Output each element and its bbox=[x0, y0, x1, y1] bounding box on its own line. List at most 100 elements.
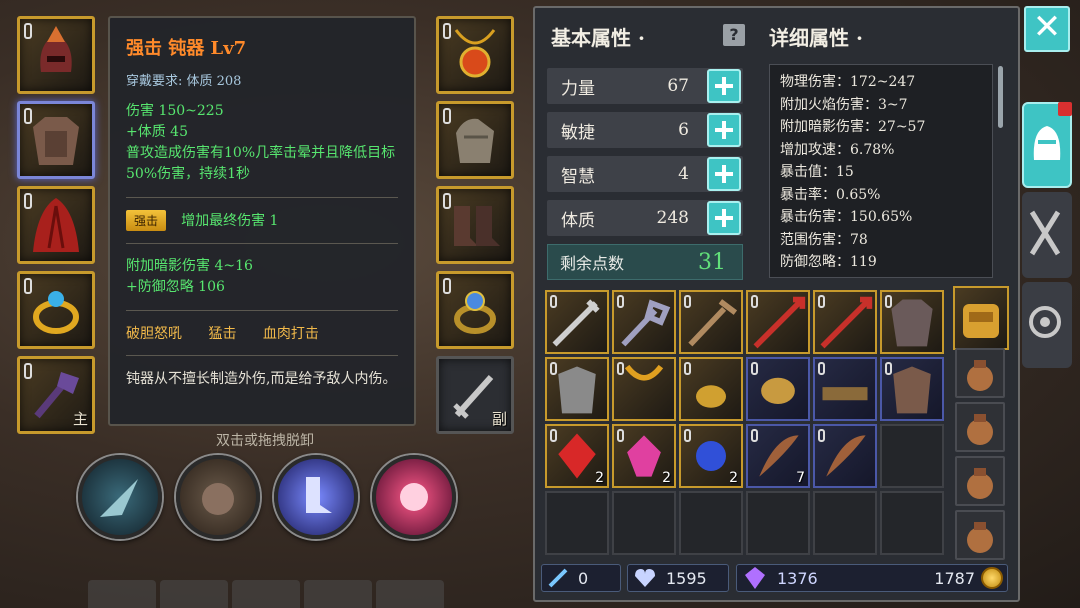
gold-ring-icon bbox=[33, 291, 79, 334]
detail-line: 物理伤害：172~247 bbox=[780, 74, 916, 90]
lock-icon bbox=[24, 363, 32, 379]
inventory-slot-empty[interactable] bbox=[813, 491, 877, 555]
sub-weapon-tag: 副 bbox=[491, 410, 507, 428]
add-agility-button[interactable] bbox=[707, 113, 741, 147]
pouch-slot[interactable] bbox=[955, 348, 1005, 398]
inventory-slot-empty[interactable] bbox=[612, 491, 676, 555]
basic-attributes-title: 基本属性 · bbox=[551, 26, 645, 50]
inventory-slot-empty[interactable] bbox=[880, 424, 944, 488]
crosshair-icon bbox=[1029, 306, 1061, 338]
inventory-slot[interactable] bbox=[880, 290, 944, 354]
detail-attributes-list[interactable]: 物理伤害：172~247 附加火焰伤害：3~7 附加暗影伤害：27~57 增加攻… bbox=[769, 64, 993, 278]
bottom-tab[interactable] bbox=[304, 580, 372, 608]
inventory-slot[interactable] bbox=[880, 357, 944, 421]
inventory-slot[interactable] bbox=[545, 357, 609, 421]
lock-icon bbox=[617, 362, 624, 375]
equip-slot-ring[interactable] bbox=[17, 271, 95, 349]
inventory-slot[interactable]: 7 bbox=[746, 424, 810, 488]
bottom-tab[interactable] bbox=[376, 580, 444, 608]
pouch-slot[interactable] bbox=[955, 456, 1005, 506]
stat-value: 248 bbox=[656, 208, 689, 228]
inventory-slot[interactable] bbox=[813, 357, 877, 421]
inventory-slot[interactable] bbox=[746, 290, 810, 354]
inventory-slot[interactable]: 2 bbox=[679, 424, 743, 488]
lock-icon bbox=[751, 429, 758, 442]
inventory-slot[interactable]: 2 bbox=[545, 424, 609, 488]
lock-icon bbox=[818, 295, 825, 308]
equip-slot-main-weapon[interactable]: 主 bbox=[17, 356, 95, 434]
lock-icon bbox=[443, 108, 451, 124]
inventory-slot-empty[interactable] bbox=[679, 491, 743, 555]
detail-line: 暴击值：15 bbox=[780, 164, 854, 180]
backpack-slot[interactable] bbox=[953, 286, 1009, 350]
equip-slot-helmet[interactable] bbox=[17, 16, 95, 94]
stat-label: 智慧 bbox=[561, 166, 595, 187]
equip-slot-sub-weapon[interactable]: 副 bbox=[436, 356, 514, 434]
bottom-tab[interactable] bbox=[160, 580, 228, 608]
pouch-slot[interactable] bbox=[955, 402, 1005, 452]
inventory-slot-empty[interactable] bbox=[880, 491, 944, 555]
jeweled-ring-icon bbox=[454, 291, 496, 334]
equip-slot-cloak[interactable] bbox=[17, 186, 95, 264]
lock-icon bbox=[550, 362, 557, 375]
lock-icon bbox=[24, 278, 32, 294]
lock-icon bbox=[443, 23, 451, 39]
backpack-icon bbox=[963, 304, 999, 338]
skill-arcane-boots[interactable] bbox=[274, 455, 358, 539]
tab-equipment[interactable] bbox=[1022, 102, 1072, 188]
lock-icon bbox=[818, 429, 825, 442]
tab-target[interactable] bbox=[1022, 282, 1072, 368]
inventory-slot[interactable] bbox=[612, 290, 676, 354]
item-count: 2 bbox=[729, 470, 738, 486]
skill-name: 破胆怒吼 bbox=[126, 326, 182, 342]
stat-value: 67 bbox=[667, 76, 689, 96]
bottom-tab[interactable] bbox=[232, 580, 300, 608]
unequip-hint: 双击或拖拽脱卸 bbox=[216, 433, 314, 449]
tab-skills[interactable] bbox=[1022, 192, 1072, 278]
stat-label: 体质 bbox=[561, 210, 595, 231]
keys-value: 0 bbox=[578, 568, 589, 588]
inventory-slot[interactable] bbox=[545, 290, 609, 354]
equip-slot-ring-2[interactable] bbox=[436, 271, 514, 349]
inventory-slot-empty[interactable] bbox=[746, 491, 810, 555]
detail-line: 暴击率：0.65% bbox=[780, 186, 881, 203]
equip-slot-armor[interactable] bbox=[17, 101, 95, 179]
main-weapon-tag: 主 bbox=[72, 410, 88, 428]
chest-armor-icon bbox=[33, 117, 79, 165]
pouch-icon bbox=[967, 468, 993, 499]
skill-blood-burst[interactable] bbox=[372, 455, 456, 539]
fist-icon bbox=[202, 483, 234, 515]
close-button[interactable]: ✕ bbox=[1024, 6, 1070, 52]
item-stat: +体质 45 bbox=[126, 124, 188, 140]
item-tooltip: 强击 钝器 Lv7 穿戴要求: 体质 208 伤害 150~225 +体质 45… bbox=[108, 16, 416, 426]
pouch-icon bbox=[967, 360, 993, 391]
pouch-slot[interactable] bbox=[955, 510, 1005, 560]
gems-value: 1595 bbox=[666, 568, 707, 588]
lock-icon bbox=[24, 23, 32, 39]
equip-slot-boots[interactable] bbox=[436, 186, 514, 264]
inventory-slot[interactable] bbox=[679, 290, 743, 354]
currency-gems: 1595 bbox=[627, 564, 729, 592]
lock-icon bbox=[617, 295, 624, 308]
skill-charge[interactable] bbox=[176, 455, 260, 539]
add-constitution-button[interactable] bbox=[707, 201, 741, 235]
inventory-slot[interactable] bbox=[679, 357, 743, 421]
inventory-slot[interactable] bbox=[813, 290, 877, 354]
add-strength-button[interactable] bbox=[707, 69, 741, 103]
bottom-tab[interactable] bbox=[88, 580, 156, 608]
lock-icon bbox=[684, 362, 691, 375]
inventory-slot[interactable] bbox=[746, 357, 810, 421]
inventory-slot-empty[interactable] bbox=[545, 491, 609, 555]
add-wisdom-button[interactable] bbox=[707, 157, 741, 191]
help-icon[interactable]: ? bbox=[723, 24, 745, 46]
inventory-slot[interactable]: 2 bbox=[612, 424, 676, 488]
inventory-slot[interactable] bbox=[813, 424, 877, 488]
equip-slot-necklace[interactable] bbox=[436, 16, 514, 94]
detail-scrollbar[interactable] bbox=[998, 66, 1003, 128]
equip-slot-gloves[interactable] bbox=[436, 101, 514, 179]
inventory-slot[interactable] bbox=[612, 357, 676, 421]
cloak-icon bbox=[33, 198, 79, 252]
detail-line: 附加火焰伤害：3~7 bbox=[780, 96, 908, 113]
remaining-label: 剩余点数 bbox=[560, 254, 625, 273]
skill-slash[interactable] bbox=[78, 455, 162, 539]
